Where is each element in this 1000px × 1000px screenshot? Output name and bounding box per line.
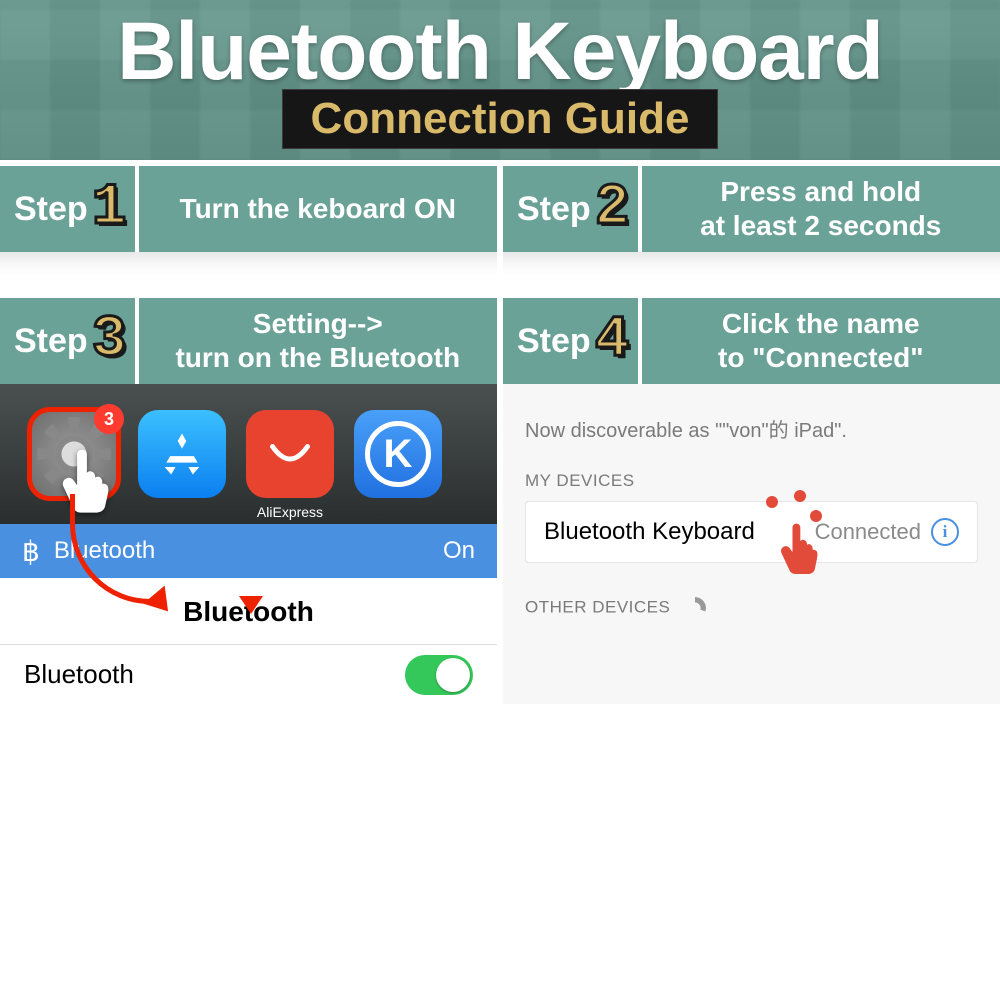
device-status: Connected	[815, 519, 921, 545]
appstore-app-icon[interactable]	[138, 410, 226, 498]
other-devices-label: OTHER DEVICES	[525, 597, 978, 619]
step-word: Step	[14, 322, 88, 361]
bluetooth-row-label: Bluetooth	[24, 659, 134, 690]
step-3-desc: Setting-->turn on the Bluetooth	[139, 298, 498, 384]
guide-title: Bluetooth Keyboard	[117, 11, 883, 93]
spinner-icon	[684, 597, 706, 619]
step-3-card: Step 3 Setting-->turn on the Bluetooth 3…	[0, 298, 503, 704]
k-letter-icon: K	[384, 432, 413, 477]
smile-icon	[265, 429, 315, 479]
step-1-desc: Turn the keboard ON	[139, 166, 498, 252]
appstore-a-icon	[155, 427, 209, 481]
step-word: Step	[517, 322, 591, 361]
step-number-2: 2	[595, 180, 630, 238]
bluetooth-bar-state: On	[443, 537, 475, 565]
step-1-illustration: Power CONNECT OFF/ON	[0, 252, 497, 292]
info-icon[interactable]: i	[931, 518, 959, 546]
my-devices-label: MY DEVICES	[525, 471, 978, 491]
discoverable-text: Now discoverable as ""von"的 iPad".	[525, 414, 978, 443]
down-arrow-icon	[239, 596, 263, 614]
step-word: Step	[14, 190, 88, 229]
step-2-card: Step 2 Press and holdat least 2 seconds …	[503, 166, 1000, 292]
guide-header: Bluetooth Keyboard Connection Guide	[0, 0, 1000, 160]
step-4-desc: Click the nameto "Connected"	[642, 298, 1000, 384]
device-name: Bluetooth Keyboard	[544, 518, 755, 546]
step-2-desc: Press and holdat least 2 seconds	[642, 166, 1000, 252]
bluetooth-toggle-row[interactable]: Bluetooth	[0, 644, 497, 704]
step-4-card: Step 4 Click the nameto "Connected" Now …	[503, 298, 1000, 704]
step-number-3: 3	[92, 312, 127, 370]
step-number-1: 1	[92, 180, 127, 238]
step-3-illustration: 3 AliExpress K	[0, 384, 497, 704]
bluetooth-glyph-icon: ฿	[22, 535, 40, 568]
step-number-4: 4	[595, 312, 630, 370]
guide-subtitle: Connection Guide	[282, 89, 719, 149]
step-2-illustration: Power CONNECT OFF/ON	[503, 252, 1000, 292]
bluetooth-device-row[interactable]: Bluetooth Keyboard Connected i	[525, 501, 978, 563]
step-1-card: Step 1 Turn the keboard ON Power CONNECT…	[0, 166, 503, 292]
aliexpress-label: AliExpress	[230, 504, 350, 520]
aliexpress-app-icon[interactable]: AliExpress	[246, 410, 334, 498]
notification-badge: 3	[94, 404, 124, 434]
k-app-icon[interactable]: K	[354, 410, 442, 498]
step-4-illustration: Now discoverable as ""von"的 iPad". MY DE…	[503, 384, 1000, 704]
step-word: Step	[517, 190, 591, 229]
toggle-on-icon[interactable]	[405, 655, 473, 695]
